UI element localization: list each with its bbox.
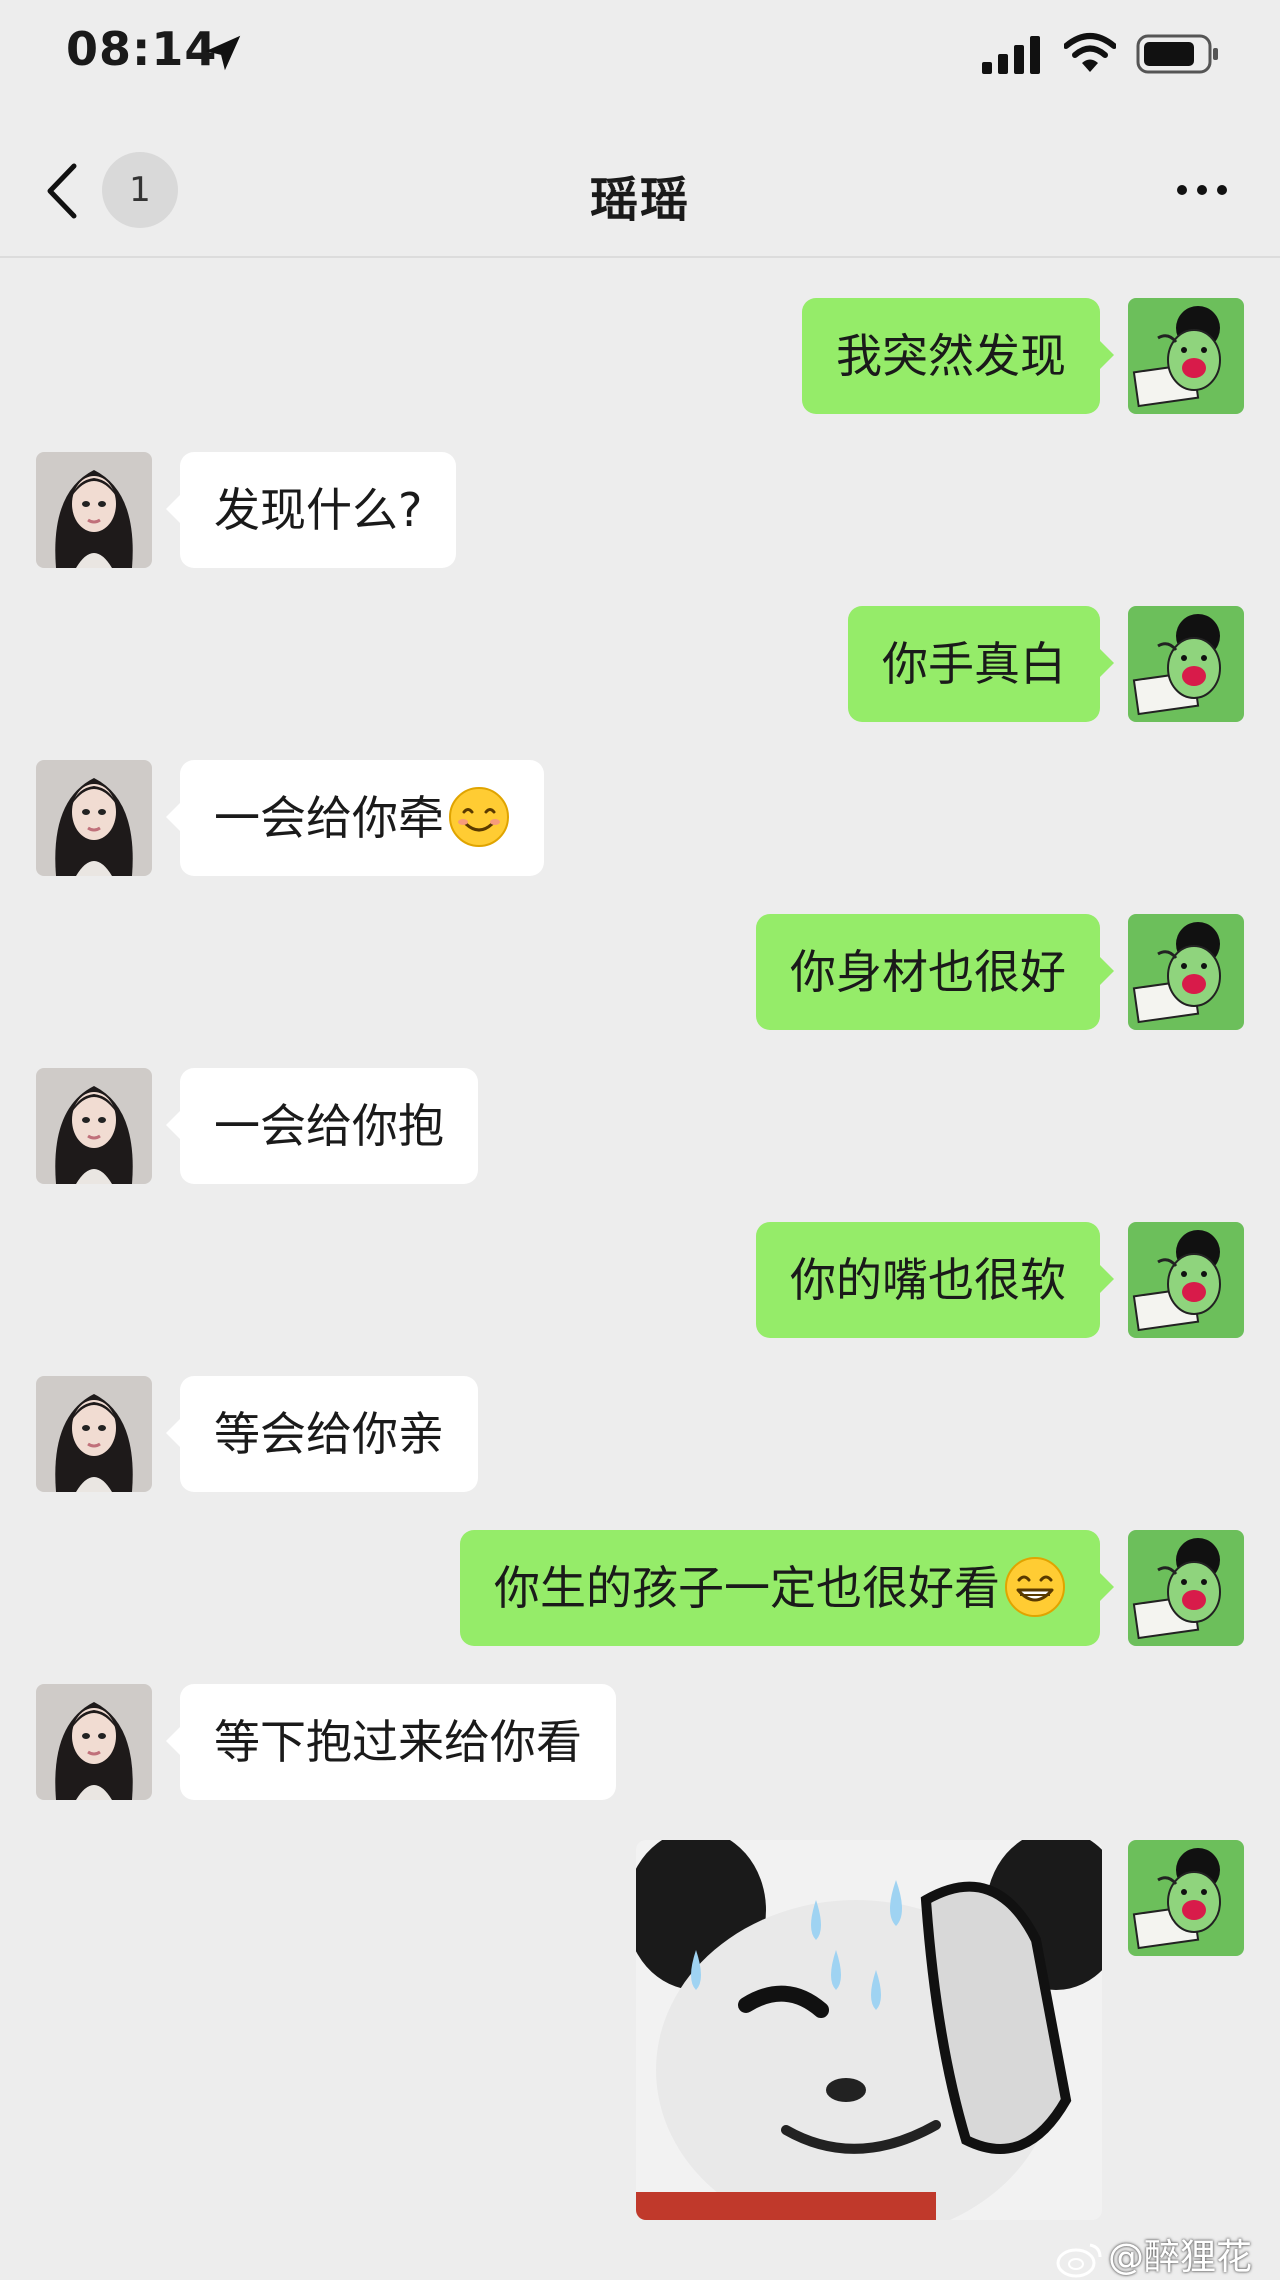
my-avatar[interactable] — [1128, 1840, 1244, 1956]
message-text: 你生的孩子一定也很好看 — [494, 1561, 1000, 1615]
message-bubble[interactable]: 你手真白 — [848, 606, 1114, 722]
message-row-incoming: 一会给你抱 — [0, 1068, 1280, 1186]
wifi-icon — [1064, 33, 1116, 72]
message-row-outgoing: 你的嘴也很软 — [0, 1222, 1280, 1340]
message-row-outgoing: 你手真白 — [0, 606, 1280, 724]
message-row-outgoing: 你生的孩子一定也很好看 — [0, 1530, 1280, 1648]
grin-emoji-icon — [1005, 1556, 1065, 1617]
message-bubble[interactable]: 一会给你牵 — [166, 760, 544, 876]
message-bubble[interactable]: 等会给你亲 — [166, 1376, 478, 1492]
more-options-icon[interactable] — [1174, 172, 1230, 208]
message-bubble[interactable]: 等下抱过来给你看 — [166, 1684, 616, 1800]
smile-emoji-icon — [449, 786, 509, 847]
my-avatar[interactable] — [1128, 1222, 1244, 1338]
battery-icon — [1136, 34, 1218, 74]
chat-title: 瑶瑶 — [589, 172, 690, 228]
sweating-panda-sticker[interactable] — [636, 1840, 1102, 2220]
my-avatar[interactable] — [1128, 914, 1244, 1030]
message-bubble[interactable]: 你的嘴也很软 — [756, 1222, 1114, 1338]
watermark-text: @醉狸花 — [1107, 2237, 1252, 2278]
message-row-outgoing-sticker — [0, 1840, 1280, 2220]
my-avatar[interactable] — [1128, 606, 1244, 722]
status-time: 08:14 — [66, 22, 218, 76]
message-bubble[interactable]: 一会给你抱 — [166, 1068, 478, 1184]
cellular-signal-icon — [982, 36, 1040, 74]
contact-avatar[interactable] — [36, 1068, 152, 1184]
message-row-outgoing: 你身材也很好 — [0, 914, 1280, 1032]
weibo-icon — [1056, 2243, 1102, 2278]
message-row-incoming: 等会给你亲 — [0, 1376, 1280, 1494]
message-row-incoming: 等下抱过来给你看 — [0, 1684, 1280, 1802]
message-text: 一会给你牵 — [214, 791, 444, 845]
message-bubble[interactable]: 你生的孩子一定也很好看 — [460, 1530, 1114, 1646]
message-bubble[interactable]: 我突然发现 — [802, 298, 1114, 414]
message-bubble[interactable]: 你身材也很好 — [756, 914, 1114, 1030]
contact-avatar[interactable] — [36, 1376, 152, 1492]
contact-avatar[interactable] — [36, 760, 152, 876]
contact-avatar[interactable] — [36, 1684, 152, 1800]
my-avatar[interactable] — [1128, 1530, 1244, 1646]
status-bar: 08:14 — [0, 0, 1280, 110]
watermark: @醉狸花 — [1056, 2228, 1252, 2280]
message-row-outgoing: 我突然发现 — [0, 298, 1280, 416]
location-arrow-icon — [205, 35, 241, 71]
contact-avatar[interactable] — [36, 452, 152, 568]
message-row-incoming: 一会给你牵 — [0, 760, 1280, 878]
message-row-incoming: 发现什么? — [0, 452, 1280, 570]
chat-header: 1 瑶瑶 — [0, 110, 1280, 258]
message-bubble[interactable]: 发现什么? — [165, 452, 457, 568]
my-avatar[interactable] — [1128, 298, 1244, 414]
